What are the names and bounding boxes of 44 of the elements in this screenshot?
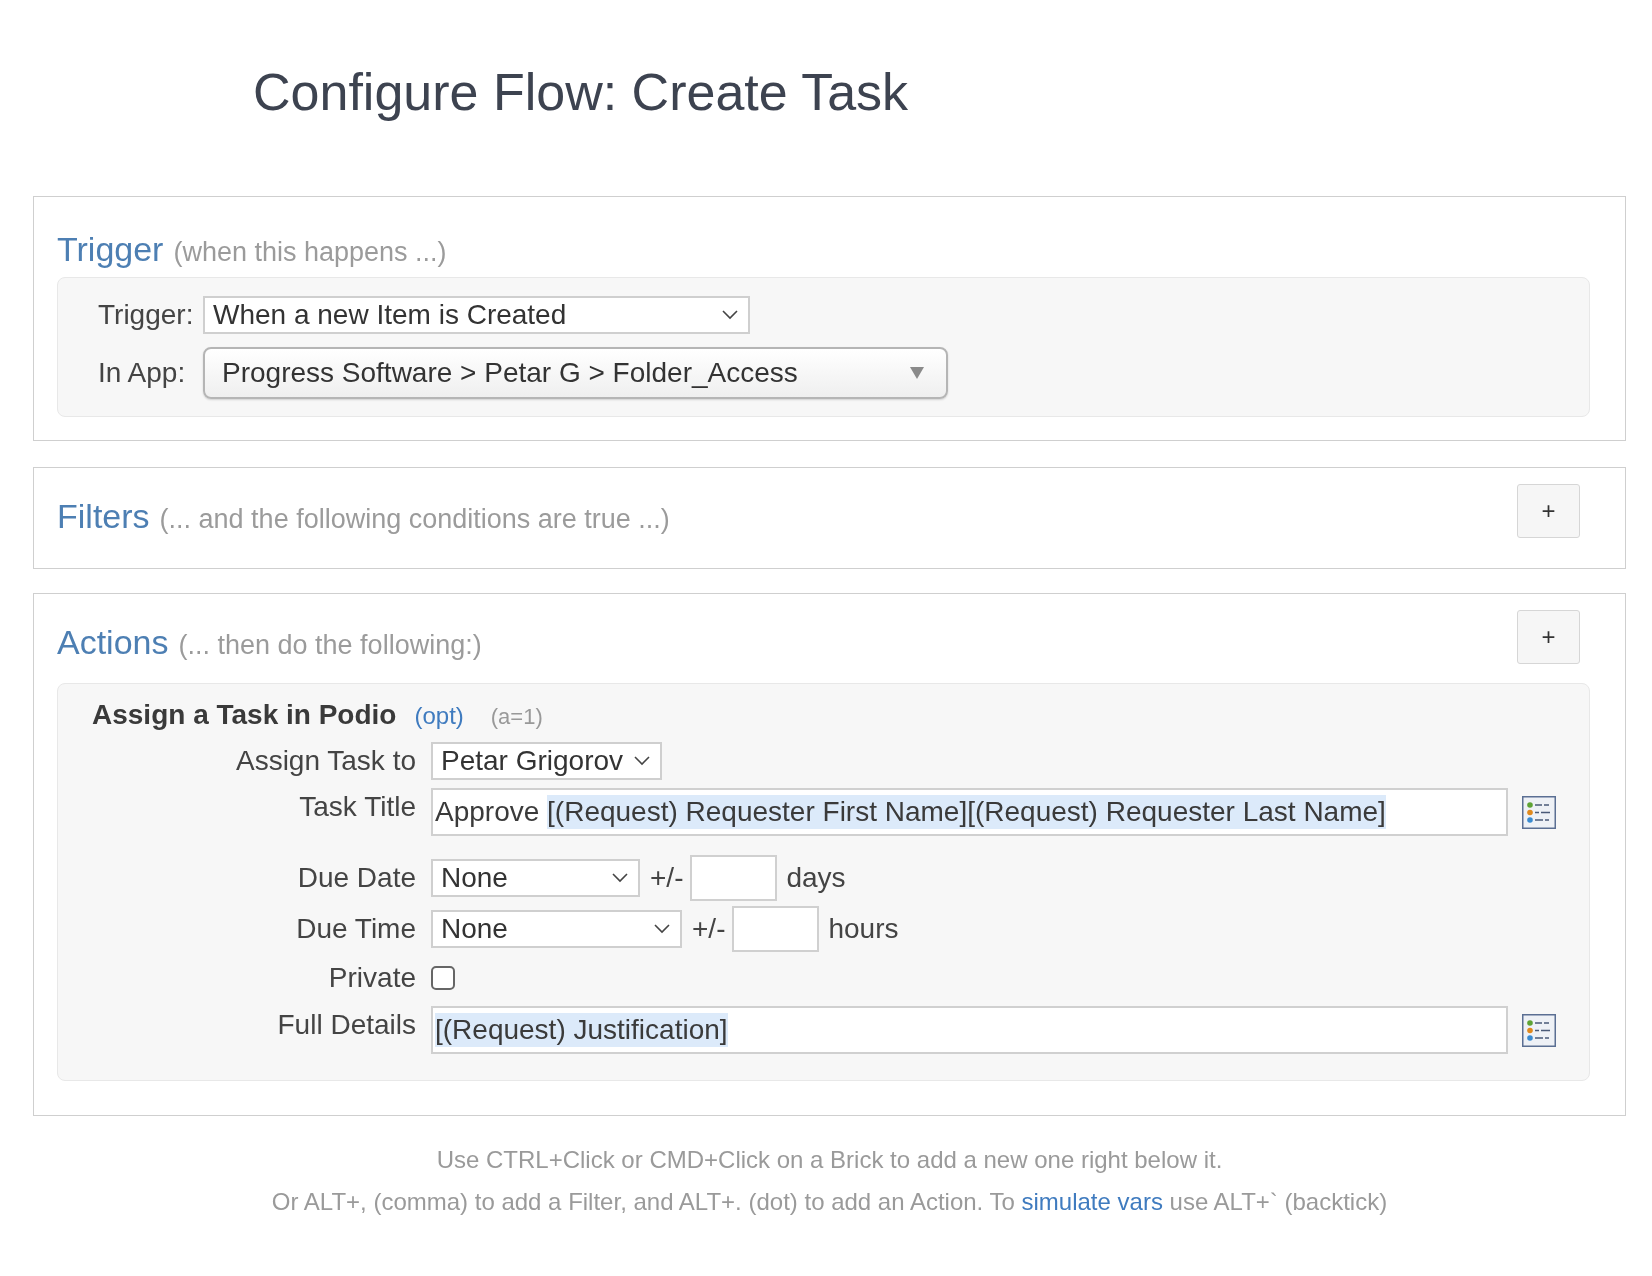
chevron-down-icon — [634, 756, 650, 766]
opt-link[interactable]: (opt) — [414, 701, 464, 731]
field-label: Due Date — [296, 863, 416, 893]
text-field[interactable]: [(Request) Justification] — [431, 1006, 1508, 1054]
field-label: Due Time — [295, 914, 416, 944]
chevron-down-icon — [612, 873, 628, 883]
section-heading: Trigger — [57, 229, 164, 270]
add-filter-button[interactable]: + — [1517, 484, 1580, 538]
list-icon[interactable] — [1522, 1013, 1556, 1047]
assignee-select[interactable]: Petar Grigorov — [431, 742, 662, 780]
caret-icon — [910, 367, 924, 379]
offset-sign: +/- — [650, 863, 684, 893]
field-label: In App: — [98, 358, 187, 388]
section-subheading: (when this happens ...) — [173, 236, 447, 268]
offset-sign: +/- — [692, 914, 726, 944]
unit-label: days — [786, 863, 846, 893]
offset-input[interactable] — [732, 906, 820, 952]
action-index: (a=1) — [490, 703, 543, 731]
simulate-vars-link[interactable]: simulate vars — [1021, 1188, 1163, 1215]
add-action-button[interactable]: + — [1517, 610, 1580, 664]
app-select[interactable]: Progress Software > Petar G > Folder_Access — [203, 347, 948, 399]
section-heading: Filters — [57, 496, 150, 537]
field-label: Task Title — [298, 792, 416, 822]
action-title: Assign a Task in Podio — [92, 700, 397, 730]
field-label: Assign Task to — [234, 746, 416, 776]
field-label: Private — [327, 963, 416, 993]
checkbox[interactable] — [431, 966, 455, 990]
page-title: Configure Flow: Create Task — [253, 62, 909, 123]
shortcut-text: Or ALT+, (comma) to add a Filter, and ALT+. (dot) to add an Action. To simulate vars use ALT+` (backtick) — [271, 1187, 1388, 1217]
text-field[interactable]: Approve [(Request) Requester First Name][(Request) Requester Last Name] — [431, 788, 1508, 836]
due-select[interactable]: None — [431, 859, 640, 897]
offset-input[interactable] — [690, 855, 778, 901]
chevron-down-icon — [722, 310, 738, 320]
unit-label: hours — [828, 914, 899, 944]
due-select[interactable]: None — [431, 910, 682, 948]
section-subheading: (... then do the following:) — [178, 629, 482, 661]
field-label: Full Details — [276, 1010, 416, 1040]
trigger-select[interactable]: When a new Item is Created — [203, 296, 750, 334]
hint-text: Use CTRL+Click or CMD+Click on a Brick to add a new one right below it. — [436, 1145, 1223, 1175]
section-subheading: (... and the following conditions are true ...) — [159, 503, 670, 535]
list-icon[interactable] — [1522, 795, 1556, 829]
chevron-down-icon — [654, 924, 670, 934]
section-heading: Actions — [57, 622, 169, 663]
field-label: Trigger: — [98, 300, 193, 330]
